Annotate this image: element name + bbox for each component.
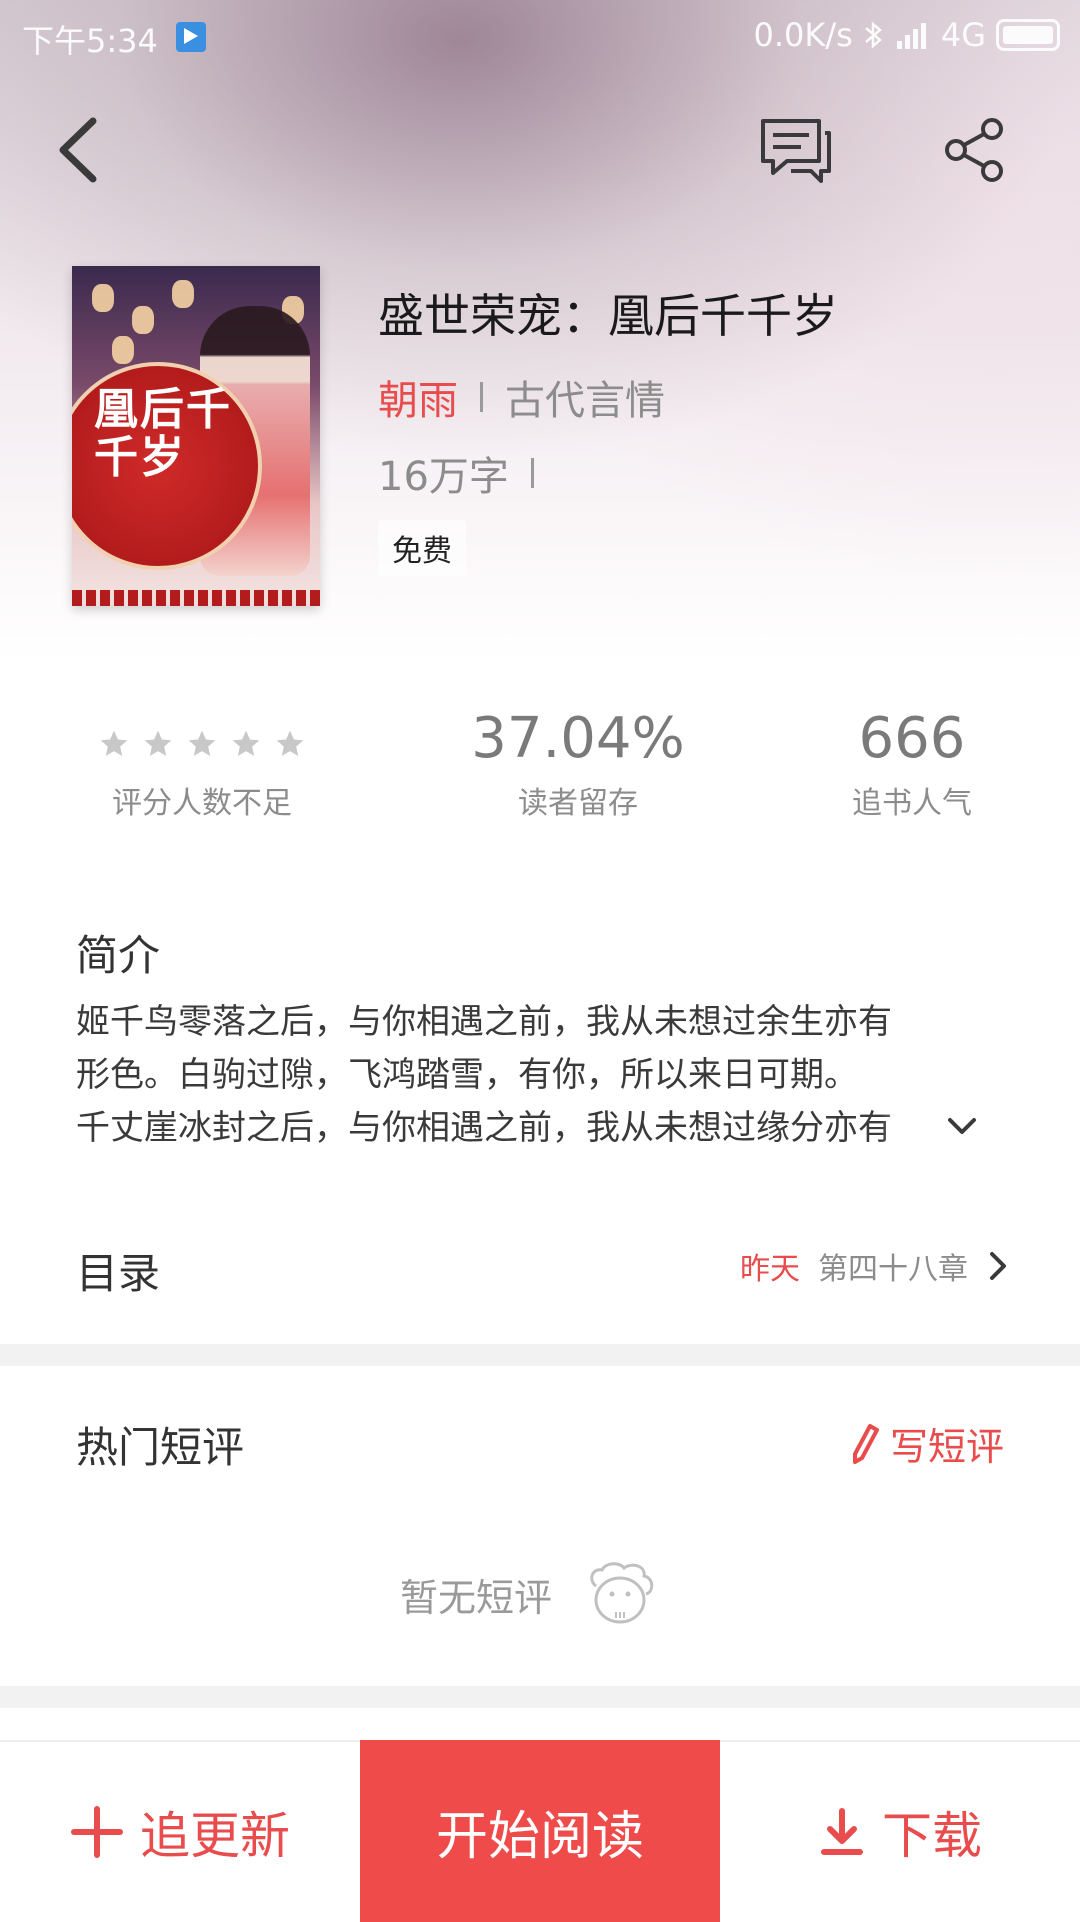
reviews-title: 热门短评 — [76, 1423, 245, 1472]
share-icon — [945, 118, 1003, 182]
retention-label: 读者留存 — [518, 786, 638, 821]
section-divider — [0, 1686, 1080, 1708]
start-reading-label: 开始阅读 — [435, 1806, 644, 1867]
network-type: 4G — [940, 16, 986, 54]
star-icon — [276, 730, 304, 756]
network-speed: 0.0K/s — [753, 16, 853, 54]
follow-updates-button[interactable]: 追更新 — [0, 1742, 360, 1922]
toc-title: 目录 — [76, 1249, 161, 1298]
chevron-left-icon — [59, 117, 97, 183]
intro-line: 千丈崖冰封之后，与你相遇之前，我从未想过缘分亦有 — [76, 1108, 892, 1148]
toc-latest-chapter: 第四十八章 — [818, 1252, 968, 1287]
popularity-stat: 666 追书人气 — [762, 704, 1062, 822]
plus-icon — [71, 1806, 123, 1858]
comment-button[interactable] — [755, 110, 835, 190]
notification-icon — [176, 22, 206, 52]
meta-separator — [480, 382, 483, 412]
meta-separator — [530, 458, 534, 488]
book-cover[interactable]: 凰后千千岁 — [72, 266, 320, 606]
status-indicators: 0.0K/s 4G — [754, 16, 1060, 54]
rating-label: 评分人数不足 — [112, 786, 292, 821]
pencil-icon — [852, 1423, 879, 1464]
book-meta-row: 朝雨 古代言情 — [378, 368, 665, 426]
start-reading-button[interactable]: 开始阅读 — [360, 1740, 720, 1922]
cover-border — [72, 590, 320, 606]
retention-stat: 37.04% 读者留存 — [428, 704, 728, 822]
star-icon — [188, 730, 216, 756]
author-link[interactable]: 朝雨 — [378, 368, 458, 426]
empty-reviews-text: 暂无短评 — [400, 1575, 553, 1620]
rating-stat: 评分人数不足 — [52, 704, 352, 822]
intro-title: 简介 — [76, 931, 161, 980]
battery-icon — [996, 19, 1060, 51]
book-title: 盛世荣宠：凰后千千岁 — [378, 289, 838, 343]
status-bar: 下午5:34 0.0K/s 4G — [0, 0, 1080, 72]
bottom-action-bar: 追更新 开始阅读 下载 — [0, 1740, 1080, 1922]
cover-title-art: 凰后千千岁 — [94, 384, 232, 483]
chevron-right-icon — [990, 1252, 1006, 1280]
intro-text[interactable]: 姬千鸟零落之后，与你相遇之前，我从未想过余生亦有 形色。白驹过隙，飞鸿踏雪，有你… — [76, 996, 1006, 1158]
star-icon — [100, 730, 128, 756]
section-divider — [0, 1344, 1080, 1366]
intro-line: 形色。白驹过隙，飞鸿踏雪，有你，所以来日可期。 — [76, 1055, 858, 1095]
download-icon — [821, 1808, 863, 1855]
write-review-button[interactable]: 写短评 — [850, 1416, 1004, 1471]
toc-row[interactable]: 目录 昨天 第四十八章 — [0, 1218, 1080, 1318]
rating-stars — [52, 714, 352, 774]
follow-updates-label: 追更新 — [140, 1807, 290, 1865]
share-button[interactable] — [935, 110, 1015, 190]
toc-updated: 昨天 — [740, 1252, 800, 1287]
write-review-label: 写短评 — [889, 1425, 1004, 1469]
star-icon — [144, 730, 172, 756]
popularity-label: 追书人气 — [852, 786, 972, 821]
sheep-icon — [590, 1562, 654, 1624]
signal-icon — [896, 23, 926, 49]
toc-latest: 昨天 第四十八章 — [740, 1244, 1010, 1288]
comment-icon — [761, 119, 831, 183]
popularity-value: 666 — [858, 706, 966, 771]
star-icon — [232, 730, 260, 756]
genre-link[interactable]: 古代言情 — [505, 368, 665, 426]
download-button[interactable]: 下载 — [720, 1742, 1080, 1922]
price-tag: 免费 — [378, 520, 466, 576]
empty-reviews: 暂无短评 — [400, 1560, 658, 1628]
word-count-row: 16万字 — [378, 444, 556, 502]
bluetooth-icon — [865, 21, 882, 49]
chevron-down-icon[interactable] — [942, 1106, 982, 1146]
intro-line: 姬千鸟零落之后，与你相遇之前，我从未想过余生亦有 — [76, 1002, 892, 1042]
back-button[interactable] — [38, 110, 118, 190]
status-time: 下午5:34 — [22, 22, 158, 60]
word-count: 16万字 — [378, 454, 509, 500]
download-label: 下载 — [882, 1807, 982, 1865]
retention-value: 37.04% — [471, 706, 685, 771]
